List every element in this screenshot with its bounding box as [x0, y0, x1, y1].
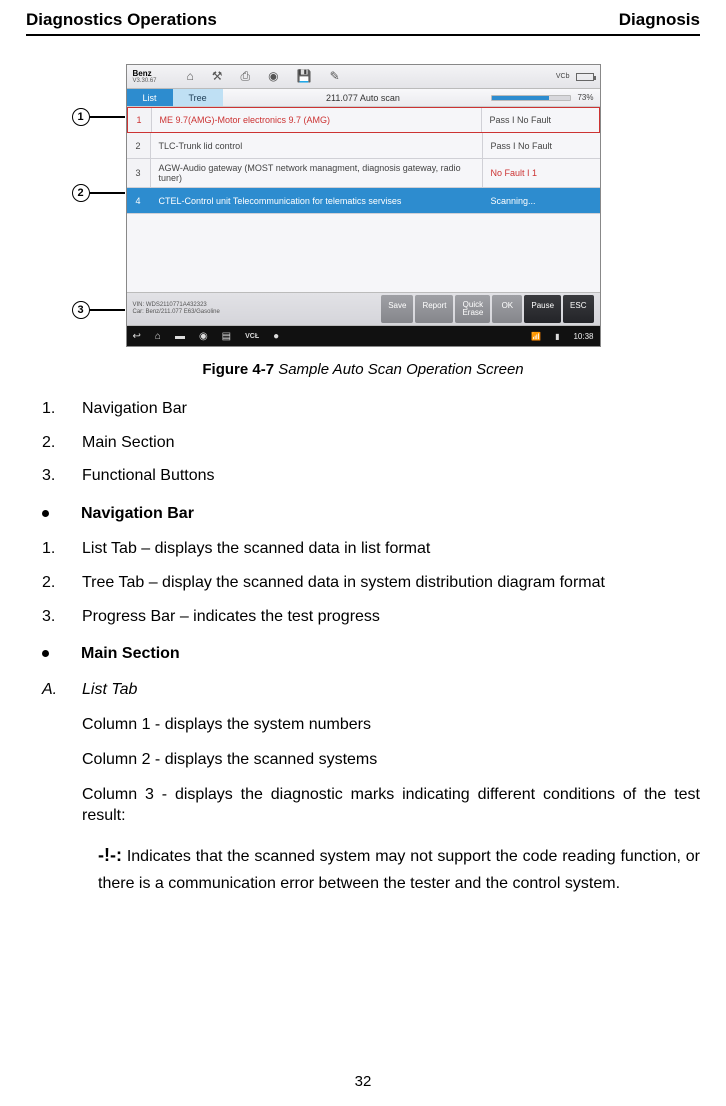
callout-2: 2: [72, 184, 125, 202]
callout-1: 1: [72, 108, 125, 126]
page-header: Diagnostics Operations Diagnosis: [26, 10, 700, 36]
legend-2: Main Section: [82, 434, 175, 451]
nav-item-3: Progress Bar – indicates the test progre…: [82, 608, 380, 625]
tab-list[interactable]: List: [127, 89, 173, 106]
esc-button[interactable]: ESC: [563, 295, 593, 323]
vin-info: VIN: WDS2110771A432323 Car: Benz/211.077…: [133, 302, 220, 315]
figure-container: 1 2 3 Benz V3.30.67 ⌂ ⚒ ⎙ ◉ 💾 ✎ VCb: [26, 64, 700, 347]
vcl-label: VCb: [556, 73, 570, 80]
progress-percent: 73%: [577, 93, 593, 102]
menu-icon[interactable]: ▤: [222, 331, 231, 342]
column-3-desc: Column 3 - displays the diagnostic marks…: [82, 784, 700, 827]
nav-item-2: Tree Tab – display the scanned data in s…: [82, 574, 605, 591]
battery-icon: [576, 73, 594, 81]
circle-icon[interactable]: ●: [273, 331, 279, 342]
tool-icon[interactable]: ⚒: [212, 69, 223, 84]
brand-label: Benz V3.30.67: [133, 70, 157, 84]
battery-sys-icon: ▮: [555, 332, 559, 341]
edit-icon[interactable]: ✎: [330, 69, 340, 84]
screenshot-frame: Benz V3.30.67 ⌂ ⚒ ⎙ ◉ 💾 ✎ VCb: [126, 64, 601, 347]
back-icon[interactable]: ↩: [133, 331, 141, 342]
toolbar-icons: ⌂ ⚒ ⎙ ◉ 💾 ✎: [187, 69, 340, 84]
column-1-desc: Column 1 - displays the system numbers: [82, 714, 700, 736]
section-heading-main: Main Section: [42, 643, 700, 665]
callout-legend-list: 1.Navigation Bar 2.Main Section 3.Functi…: [26, 398, 700, 487]
home-sys-icon[interactable]: ⌂: [155, 331, 161, 342]
title-bar: List Tree 211.077 Auto scan 73%: [127, 89, 600, 107]
nav-item-1: List Tab – displays the scanned data in …: [82, 540, 430, 557]
section-heading-navigation: Navigation Bar: [42, 503, 700, 525]
table-row[interactable]: 2 TLC-Trunk lid control Pass I No Fault: [127, 133, 600, 159]
scan-list: 1 ME 9.7(AMG)-Motor electronics 9.7 (AMG…: [127, 107, 600, 292]
print-icon[interactable]: ⎙: [241, 69, 251, 84]
camera-icon[interactable]: ◉: [199, 331, 208, 342]
tab-tree[interactable]: Tree: [173, 89, 223, 106]
wifi-icon: 📶: [531, 332, 541, 341]
info-bar: VIN: WDS2110771A432323 Car: Benz/211.077…: [127, 292, 600, 326]
top-toolbar: Benz V3.30.67 ⌂ ⚒ ⎙ ◉ 💾 ✎ VCb: [127, 65, 600, 89]
header-right: Diagnosis: [619, 10, 700, 30]
callout-3: 3: [72, 301, 125, 319]
save-button[interactable]: Save: [381, 295, 413, 323]
table-row[interactable]: 4 CTEL-Control unit Telecommunication fo…: [127, 188, 600, 214]
table-row[interactable]: 3 AGW-Audio gateway (MOST network managm…: [127, 159, 600, 188]
legend-1: Navigation Bar: [82, 400, 187, 417]
quick-erase-button[interactable]: Quick Erase: [455, 295, 490, 323]
legend-3: Functional Buttons: [82, 467, 215, 484]
sub-section-a: A. List Tab: [42, 679, 700, 701]
clock: 10:38: [573, 332, 593, 341]
vci-icon[interactable]: VCŁ: [245, 333, 259, 340]
apps-icon[interactable]: ▬: [175, 331, 185, 342]
flag-description: -!-: Indicates that the scanned system m…: [98, 840, 700, 898]
figure-caption: Figure 4-7 Sample Auto Scan Operation Sc…: [26, 361, 700, 378]
system-bar: ↩ ⌂ ▬ ◉ ▤ VCŁ ● 📶 ▮ 10:38: [127, 326, 600, 346]
report-button[interactable]: Report: [415, 295, 453, 323]
progress-bar: [491, 95, 571, 101]
home-icon[interactable]: ⌂: [187, 69, 194, 84]
table-row[interactable]: 1 ME 9.7(AMG)-Motor electronics 9.7 (AMG…: [127, 107, 600, 133]
pause-button[interactable]: Pause: [524, 295, 561, 323]
ok-button[interactable]: OK: [492, 295, 522, 323]
help-icon[interactable]: ◉: [268, 69, 278, 84]
header-left: Diagnostics Operations: [26, 10, 217, 30]
column-2-desc: Column 2 - displays the scanned systems: [82, 749, 700, 771]
save-icon[interactable]: 💾: [297, 69, 312, 84]
navigation-list: 1.List Tab – displays the scanned data i…: [26, 538, 700, 627]
page-number: 32: [0, 1073, 726, 1090]
